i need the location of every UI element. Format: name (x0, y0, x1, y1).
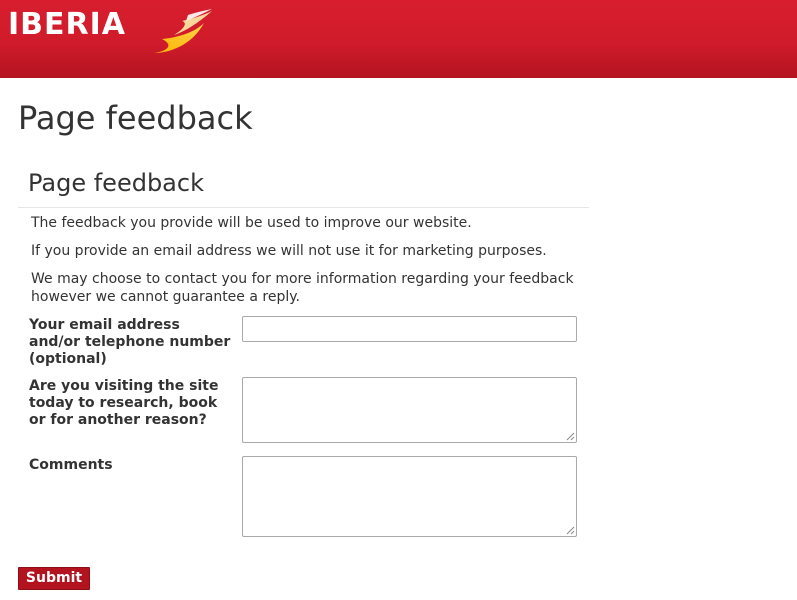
intro-text-2: If you provide an email address we will … (31, 243, 547, 259)
resize-grip-icon[interactable] (566, 432, 575, 441)
section-title: Page feedback (18, 164, 589, 208)
resize-grip-icon[interactable] (566, 526, 575, 535)
site-header: IBERIA (0, 0, 797, 78)
intro-text-3: We may choose to contact you for more in… (31, 271, 574, 305)
comments-label: Comments (29, 457, 113, 473)
iberia-logo[interactable]: IBERIA (8, 8, 126, 58)
feedback-section: Page feedback (18, 164, 589, 208)
comments-textarea[interactable] (242, 456, 577, 537)
page-title: Page feedback (18, 99, 253, 137)
logo-text: IBERIA (8, 7, 127, 42)
contact-label: Your email address and/or telephone numb… (29, 317, 231, 367)
contact-input[interactable] (242, 316, 577, 342)
intro-text-1: The feedback you provide will be used to… (31, 215, 472, 231)
iberia-swoosh-icon (154, 9, 212, 53)
submit-button[interactable]: Submit (18, 567, 90, 590)
reason-label: Are you visiting the site today to resea… (29, 378, 219, 428)
reason-textarea[interactable] (242, 377, 577, 443)
